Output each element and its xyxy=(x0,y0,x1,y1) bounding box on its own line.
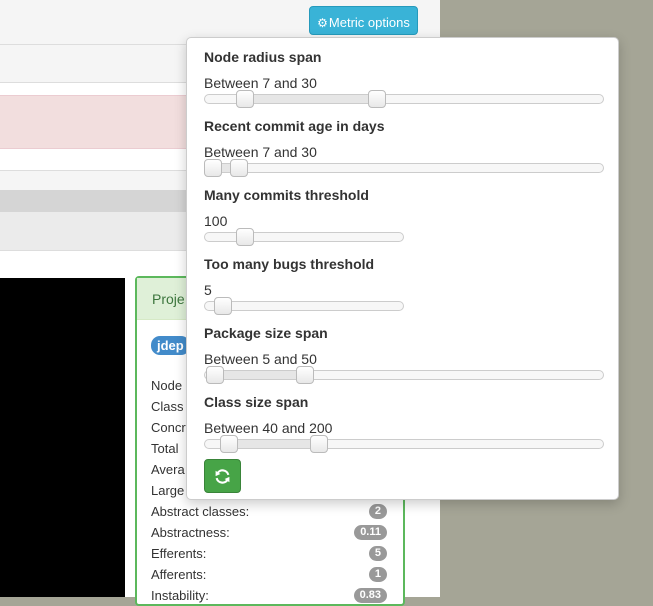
metric-label: Afferents: xyxy=(151,567,207,582)
slider-handle[interactable] xyxy=(236,228,254,246)
gear-icon: ⚙ xyxy=(317,16,328,30)
metric-row: Afferents: 1 xyxy=(151,567,387,582)
refresh-icon xyxy=(215,469,230,484)
class-size-slider[interactable] xyxy=(204,435,604,453)
slider-min-handle[interactable] xyxy=(206,366,224,384)
commit-age-slider[interactable] xyxy=(204,159,604,177)
class-size-value: Between 40 and 200 xyxy=(204,420,333,436)
commit-age-value: Between 7 and 30 xyxy=(204,144,317,160)
metric-row: Abstract classes: 2 xyxy=(151,504,387,519)
many-commits-slider[interactable] xyxy=(204,228,404,246)
metric-label: Avera xyxy=(151,462,185,477)
metric-row: Instability: 0.83 xyxy=(151,588,387,603)
slider-handle[interactable] xyxy=(214,297,232,315)
metric-options-button[interactable]: ⚙Metric options xyxy=(309,6,418,35)
metric-label: Instability: xyxy=(151,588,209,603)
metric-options-popover: Node radius span Between 7 and 30 Recent… xyxy=(186,37,619,500)
metric-options-label: Metric options xyxy=(328,15,410,30)
slider-max-handle[interactable] xyxy=(310,435,328,453)
refresh-button[interactable] xyxy=(204,459,241,493)
slider-min-handle[interactable] xyxy=(220,435,238,453)
slider-selection xyxy=(245,95,377,103)
metric-label: Total xyxy=(151,441,179,456)
package-size-slider[interactable] xyxy=(204,366,604,384)
node-radius-title: Node radius span xyxy=(204,49,322,65)
metric-badge: 5 xyxy=(368,546,387,561)
bugs-threshold-slider[interactable] xyxy=(204,297,404,315)
slider-max-handle[interactable] xyxy=(296,366,314,384)
slider-max-handle[interactable] xyxy=(230,159,248,177)
slider-selection xyxy=(215,371,305,379)
slider-max-handle[interactable] xyxy=(368,90,386,108)
bugs-threshold-title: Too many bugs threshold xyxy=(204,256,375,272)
metric-label: Concr xyxy=(151,420,186,435)
metric-badge: 0.11 xyxy=(354,525,387,540)
many-commits-value: 100 xyxy=(204,213,228,229)
slider-min-handle[interactable] xyxy=(204,159,222,177)
node-radius-value: Between 7 and 30 xyxy=(204,75,317,91)
project-label: jdep xyxy=(151,336,190,355)
many-commits-title: Many commits threshold xyxy=(204,187,369,203)
commit-age-title: Recent commit age in days xyxy=(204,118,385,134)
bugs-threshold-value: 5 xyxy=(204,282,212,298)
package-size-value: Between 5 and 50 xyxy=(204,351,317,367)
metric-badge: 0.83 xyxy=(353,588,387,603)
metric-badge: 2 xyxy=(368,504,387,519)
metric-label: Efferents: xyxy=(151,546,207,561)
slider-selection xyxy=(229,440,319,448)
metric-label: Node xyxy=(151,378,183,393)
metric-label: Abstractness: xyxy=(151,525,230,540)
metric-label: Large xyxy=(151,483,185,498)
metric-row: Efferents: 5 xyxy=(151,546,387,561)
metric-row: Abstractness: 0.11 xyxy=(151,525,387,540)
package-size-title: Package size span xyxy=(204,325,328,341)
node-radius-slider[interactable] xyxy=(204,90,604,108)
metric-label: Abstract classes: xyxy=(151,504,250,519)
class-size-title: Class size span xyxy=(204,394,309,410)
metric-label: Class xyxy=(151,399,184,414)
graph-canvas[interactable] xyxy=(0,278,125,597)
slider-min-handle[interactable] xyxy=(236,90,254,108)
metric-badge: 1 xyxy=(368,567,387,582)
